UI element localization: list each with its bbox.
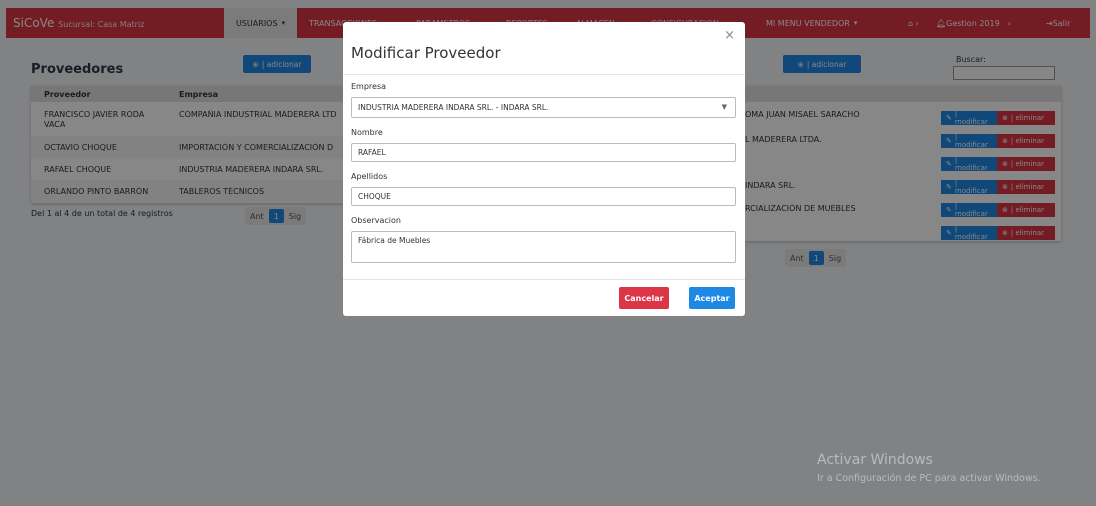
windows-watermark-subtitle: Ir a Configuración de PC para activar Wi… [817,473,1041,484]
windows-watermark-title: Activar Windows [817,452,933,468]
accept-button[interactable]: Aceptar [689,287,735,309]
empresa-select[interactable]: INDUSTRIA MADERERA INDARA SRL. - INDARA … [351,97,736,118]
chevron-down-icon: ▼ [721,103,727,111]
close-icon[interactable]: × [724,28,735,43]
empresa-label: Empresa [351,82,387,91]
cancel-button[interactable]: Cancelar [619,287,669,309]
observacion-label: Observacion [351,216,401,225]
divider [343,74,745,75]
observacion-textarea[interactable]: Fábrica de Muebles [351,231,736,263]
nombre-field[interactable]: RAFAEL [351,143,736,162]
nombre-label: Nombre [351,128,383,137]
modal-title: Modificar Proveedor [351,44,501,62]
apellidos-label: Apellidos [351,172,388,181]
empresa-select-value: INDUSTRIA MADERERA INDARA SRL. - INDARA … [358,103,549,112]
modal-modificar-proveedor: Modificar Proveedor × Empresa INDUSTRIA … [343,22,745,316]
apellidos-field[interactable]: CHOQUE [351,187,736,206]
divider [343,279,745,280]
